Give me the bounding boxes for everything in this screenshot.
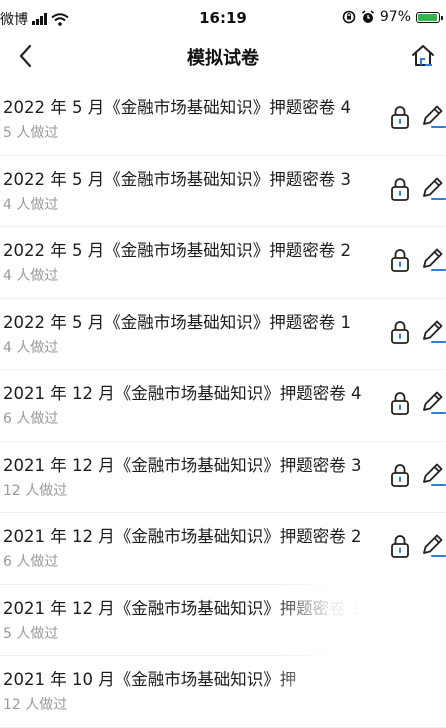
list-item[interactable]: 2021 年 12 月《金融市场基础知识》押题密卷 1 5 人做过 [0, 585, 446, 656]
lock-icon [391, 106, 409, 129]
battery-percent: 97% [379, 9, 411, 25]
list-item[interactable]: 2022 年 5 月《金融市场基础知识》押题密卷 1 4 人做过 [0, 299, 446, 370]
paper-done-count: 5 人做过 [3, 125, 59, 141]
paper-done-count: 6 人做过 [3, 554, 59, 570]
nav-bar: 模拟试卷 [0, 36, 446, 76]
lock-icon [391, 320, 409, 344]
paper-done-count: 6 人做过 [3, 411, 59, 427]
orientation-lock-icon [342, 10, 356, 24]
paper-title: 2022 年 5 月《金融市场基础知识》押题密卷 3 [3, 169, 351, 189]
list-item[interactable]: 2021 年 12 月《金融市场基础知识》押题密卷 2 6 人做过 [0, 513, 446, 585]
edit-icon[interactable] [420, 246, 446, 274]
paper-done-count: 5 人做过 [3, 625, 59, 642]
paper-title: 2021 年 12 月《金融市场基础知识》押题密卷 4 [3, 384, 362, 403]
lock-icon [391, 177, 409, 201]
paper-title: 2021 年 12 月《金融市场基础知识》押题密卷 3 [3, 455, 362, 475]
lock-icon [391, 249, 409, 272]
paper-title: 2022 年 5 月《金融市场基础知识》押题密卷 1 [3, 312, 351, 332]
edit-icon[interactable] [420, 389, 446, 417]
list-item[interactable]: 2022 年 5 月《金融市场基础知识》押题密卷 3 4 人做过 [0, 156, 446, 227]
list-item[interactable]: 2021 年 12 月《金融市场基础知识》押题密卷 4 6 人做过 [0, 370, 446, 442]
paper-title: 2021 年 12 月《金融市场基础知识》押题密卷 1 [3, 598, 362, 618]
edit-icon[interactable] [420, 461, 446, 489]
alarm-icon [361, 10, 374, 23]
paper-title: 2021 年 12 月《金融市场基础知识》押题密卷 2 [3, 527, 362, 546]
home-icon[interactable] [410, 43, 436, 69]
page-title: 模拟试卷 [187, 48, 259, 69]
battery-icon [416, 11, 443, 23]
edit-icon[interactable] [420, 175, 446, 203]
paper-done-count: 12 人做过 [3, 482, 68, 499]
lock-icon [391, 606, 409, 630]
list-item[interactable]: 2021 年 12 月《金融市场基础知识》押题密卷 3 12 人做过 [0, 442, 446, 513]
paper-list: 2022 年 5 月《金融市场基础知识》押题密卷 4 5 人做过 2022 年 … [0, 84, 446, 728]
list-item[interactable]: 2022 年 5 月《金融市场基础知识》押题密卷 4 5 人做过 [0, 84, 446, 156]
paper-done-count: 4 人做过 [3, 268, 59, 284]
paper-done-count: 4 人做过 [3, 339, 59, 356]
paper-title: 2021 年 10 月《金融市场基础知识》押 [3, 670, 297, 689]
lock-icon [391, 463, 409, 487]
list-item[interactable]: 2021 年 10 月《金融市场基础知识》押 12 人做过 [0, 656, 446, 728]
lock-icon [391, 392, 409, 415]
edit-icon[interactable] [420, 318, 446, 346]
status-right: 97% [342, 9, 443, 25]
lock-icon [391, 535, 409, 558]
paper-done-count: 4 人做过 [3, 196, 59, 213]
paper-title: 2022 年 5 月《金融市场基础知识》押题密卷 4 [3, 98, 351, 117]
edit-icon[interactable] [420, 103, 446, 131]
edit-icon[interactable] [420, 604, 446, 632]
paper-done-count: 12 人做过 [3, 697, 68, 713]
status-bar: 微博 16:19 97% [0, 0, 446, 36]
edit-icon[interactable] [420, 532, 446, 560]
paper-title: 2022 年 5 月《金融市场基础知识》押题密卷 2 [3, 241, 351, 260]
list-item[interactable]: 2022 年 5 月《金融市场基础知识》押题密卷 2 4 人做过 [0, 227, 446, 299]
